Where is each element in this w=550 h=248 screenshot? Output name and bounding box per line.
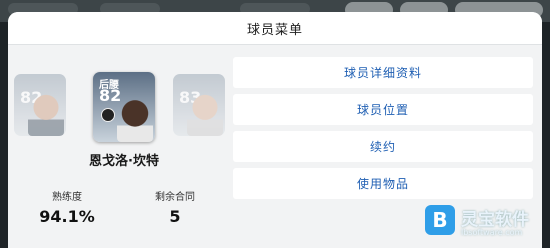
watermark-logo-icon: B (425, 205, 455, 235)
player-portrait (117, 98, 153, 142)
use-item-button[interactable]: 使用物品 (233, 168, 533, 199)
contract-stat: 剩余合同 5 (130, 188, 220, 226)
renew-contract-button[interactable]: 续约 (233, 131, 533, 162)
watermark-name: 灵宝软件 (461, 210, 529, 230)
contract-label: 剩余合同 (155, 192, 195, 203)
next-player-card[interactable]: 83 (173, 74, 225, 136)
previous-player-card[interactable]: 82 (14, 74, 66, 136)
proficiency-label: 熟练度 (52, 192, 82, 203)
player-portrait (28, 92, 64, 136)
proficiency-stat: 熟练度 94.1% (22, 188, 112, 226)
contract-value: 5 (169, 207, 181, 226)
dialog-header: 球员菜单 (8, 12, 542, 45)
dialog-title: 球员菜单 (246, 22, 303, 38)
selected-player-card[interactable]: 后腰 82 (93, 72, 155, 142)
watermark-url: lbsoftware.com (461, 228, 523, 237)
club-badge-icon (101, 108, 115, 122)
site-watermark: B 灵宝软件 lbsoftware.com (425, 203, 547, 243)
player-menu-list: 球员详细资料 球员位置 续约 使用物品 (233, 57, 533, 205)
player-rating: 82 (99, 86, 122, 105)
player-details-button[interactable]: 球员详细资料 (233, 57, 533, 88)
proficiency-value: 94.1% (39, 207, 95, 226)
player-name: 恩戈洛·坎特 (89, 154, 159, 169)
player-portrait (187, 92, 223, 136)
background-left-strip (0, 22, 8, 248)
player-position-button[interactable]: 球员位置 (233, 94, 533, 125)
